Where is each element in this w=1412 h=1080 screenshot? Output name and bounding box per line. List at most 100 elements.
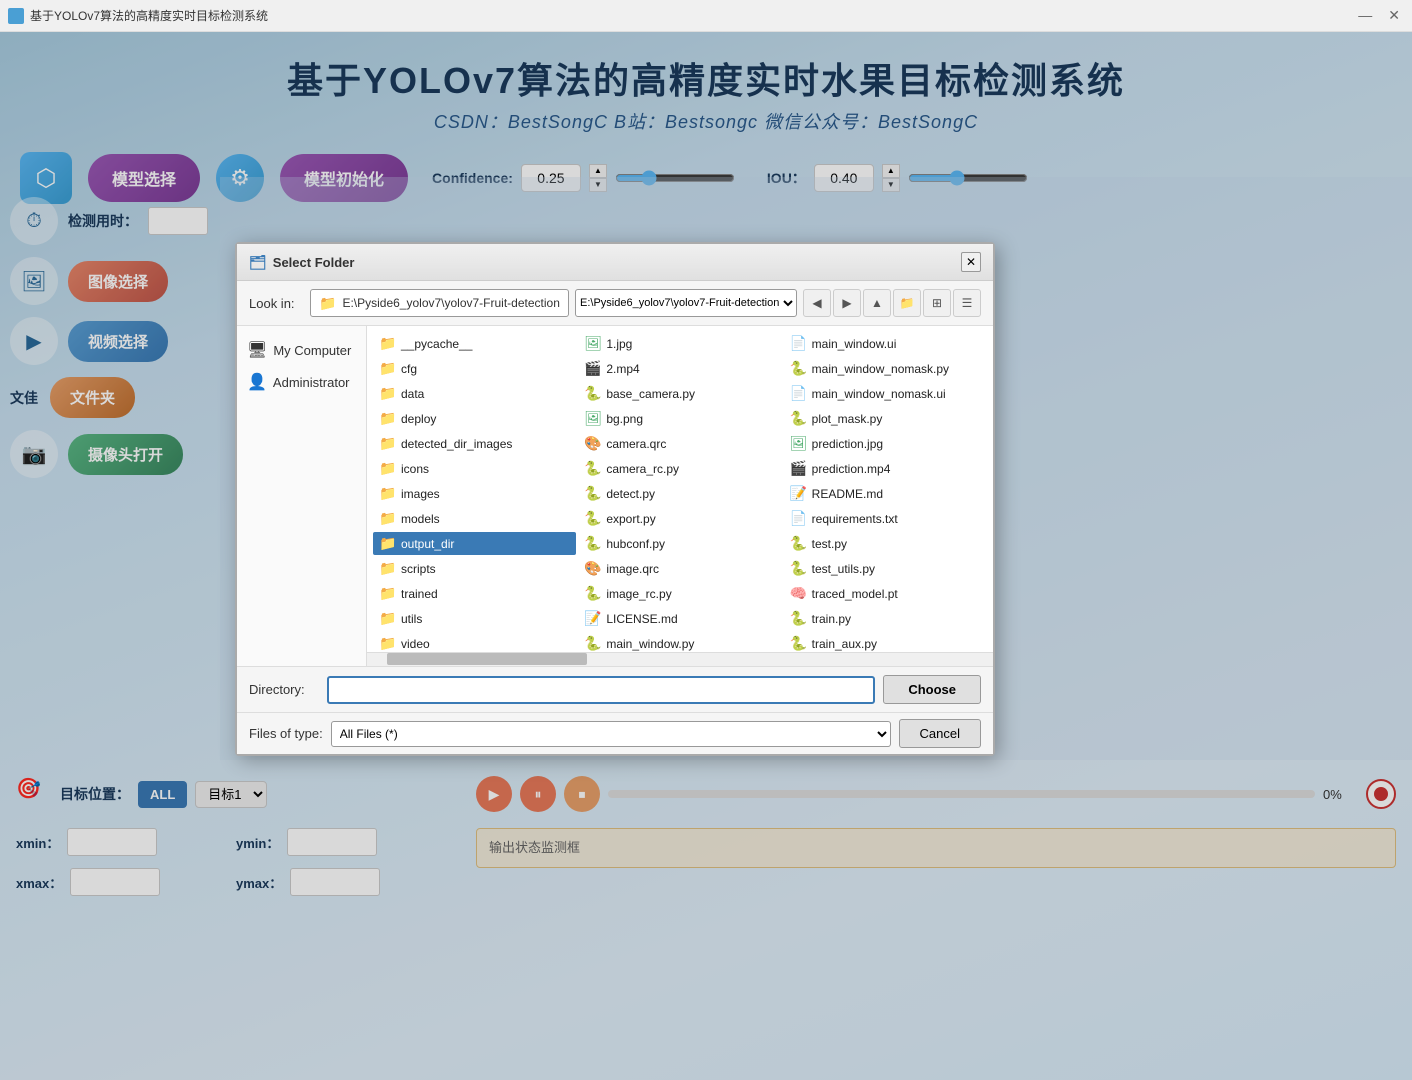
- cancel-button[interactable]: Cancel: [899, 719, 981, 748]
- file-item[interactable]: 📁 trained: [373, 582, 576, 605]
- python-file-icon: 🐍: [584, 385, 602, 402]
- file-item[interactable]: 📄 main_window.ui: [784, 332, 987, 355]
- file-item[interactable]: 🐍 detect.py: [578, 482, 781, 505]
- file-item[interactable]: 🐍 hubconf.py: [578, 532, 781, 555]
- dialog-title-text: 🗂 Select Folder: [249, 254, 354, 271]
- file-item[interactable]: 📁 data: [373, 382, 576, 405]
- look-in-label: Look in:: [249, 296, 304, 311]
- nav-back-btn[interactable]: ◀: [803, 289, 831, 317]
- file-name: LICENSE.md: [606, 612, 677, 626]
- file-name: requirements.txt: [812, 512, 898, 526]
- file-item[interactable]: 🎨 camera.qrc: [578, 432, 781, 455]
- file-item[interactable]: 🎨 image.qrc: [578, 557, 781, 580]
- file-item[interactable]: 🐍 image_rc.py: [578, 582, 781, 605]
- app-icon: [8, 8, 24, 24]
- file-item[interactable]: 📁 scripts: [373, 557, 576, 580]
- python-file-icon: 🐍: [790, 410, 808, 427]
- folder-selected-icon: 📁: [379, 535, 397, 552]
- choose-button[interactable]: Choose: [883, 675, 981, 704]
- filetype-bar: Files of type: All Files (*) Cancel: [237, 712, 993, 754]
- file-item[interactable]: 📁 images: [373, 482, 576, 505]
- file-item[interactable]: 🐍 main_window_nomask.py: [784, 357, 987, 380]
- file-item[interactable]: 📝 LICENSE.md: [578, 607, 781, 630]
- title-bar-text: 基于YOLOv7算法的高精度实时目标检测系统: [30, 7, 268, 24]
- file-item[interactable]: 🐍 train_aux.py: [784, 632, 987, 652]
- look-in-dropdown[interactable]: E:\Pyside6_yolov7\yolov7-Fruit-detection: [575, 289, 797, 317]
- nav-new-folder-btn[interactable]: 📁: [893, 289, 921, 317]
- file-item[interactable]: 📁 video: [373, 632, 576, 652]
- file-item[interactable]: 📁 cfg: [373, 357, 576, 380]
- file-item[interactable]: 📁 icons: [373, 457, 576, 480]
- file-name: camera_rc.py: [606, 462, 679, 476]
- file-item[interactable]: 📄 requirements.txt: [784, 507, 987, 530]
- dialog-icon: 🗂: [249, 254, 267, 271]
- video-file-icon: 🎬: [584, 360, 602, 377]
- close-btn[interactable]: ✕: [1384, 7, 1404, 24]
- file-item[interactable]: 🐍 camera_rc.py: [578, 457, 781, 480]
- qrc-file-icon: 🎨: [584, 435, 602, 452]
- look-in-path-display[interactable]: 📁 E:\Pyside6_yolov7\yolov7-Fruit-detecti…: [310, 289, 569, 317]
- python-file-icon: 🐍: [790, 560, 808, 577]
- file-item[interactable]: 📝 README.md: [784, 482, 987, 505]
- video-file-icon: 🎬: [790, 460, 808, 477]
- dialog-close-button[interactable]: ✕: [961, 252, 981, 272]
- window-controls: — ✕: [1354, 7, 1404, 24]
- folder-icon: 📁: [379, 410, 397, 427]
- file-item[interactable]: 🎬 prediction.mp4: [784, 457, 987, 480]
- file-item[interactable]: 🎬 2.mp4: [578, 357, 781, 380]
- file-item[interactable]: 🐍 test_utils.py: [784, 557, 987, 580]
- file-item[interactable]: 🐍 plot_mask.py: [784, 407, 987, 430]
- file-item[interactable]: 📁 __pycache__: [373, 332, 576, 355]
- file-item[interactable]: 🧠 traced_model.pt: [784, 582, 987, 605]
- nav-detail-view-btn[interactable]: ☰: [953, 289, 981, 317]
- file-item[interactable]: 🐍 base_camera.py: [578, 382, 781, 405]
- file-name: plot_mask.py: [812, 412, 883, 426]
- file-name: data: [401, 387, 424, 401]
- place-administrator[interactable]: 👤 Administrator: [237, 366, 366, 398]
- minimize-btn[interactable]: —: [1354, 7, 1376, 24]
- file-item[interactable]: 🖼 1.jpg: [578, 332, 781, 355]
- computer-icon: 🖥: [247, 340, 267, 360]
- file-name: detected_dir_images: [401, 437, 512, 451]
- file-name: 2.mp4: [606, 362, 639, 376]
- file-item[interactable]: 🐍 train.py: [784, 607, 987, 630]
- file-name: bg.png: [606, 412, 643, 426]
- nav-up-btn[interactable]: ▲: [863, 289, 891, 317]
- folder-icon: 📁: [379, 335, 397, 352]
- files-panel: 📁 __pycache__ 🖼 1.jpg 📄 main_window.ui: [367, 326, 993, 666]
- dialog-title-bar: 🗂 Select Folder ✕: [237, 244, 993, 281]
- file-item[interactable]: 📄 main_window_nomask.ui: [784, 382, 987, 405]
- nav-list-view-btn[interactable]: ⊞: [923, 289, 951, 317]
- file-item[interactable]: 🐍 main_window.py: [578, 632, 781, 652]
- dialog-overlay: 🗂 Select Folder ✕ Look in: 📁 E:\Pyside6_…: [0, 32, 1412, 1080]
- file-name: base_camera.py: [606, 387, 695, 401]
- file-item[interactable]: 📁 deploy: [373, 407, 576, 430]
- filetype-label: Files of type:: [249, 726, 323, 741]
- place-my-computer[interactable]: 🖥 My Computer: [237, 334, 366, 366]
- file-name: main_window_nomask.ui: [812, 387, 946, 401]
- file-name: output_dir: [401, 537, 454, 551]
- dialog-title: Select Folder: [273, 255, 355, 270]
- horizontal-scrollbar[interactable]: [367, 652, 993, 666]
- file-item[interactable]: 🐍 test.py: [784, 532, 987, 555]
- file-name: 1.jpg: [606, 337, 632, 351]
- file-name: prediction.jpg: [812, 437, 883, 451]
- md-file-icon: 📝: [584, 610, 602, 627]
- file-item[interactable]: 🖼 prediction.jpg: [784, 432, 987, 455]
- file-name: hubconf.py: [606, 537, 665, 551]
- file-item[interactable]: 🐍 export.py: [578, 507, 781, 530]
- filetype-select[interactable]: All Files (*): [331, 721, 891, 747]
- file-item[interactable]: 📁 models: [373, 507, 576, 530]
- file-item-selected[interactable]: 📁 output_dir: [373, 532, 576, 555]
- file-item[interactable]: 📁 detected_dir_images: [373, 432, 576, 455]
- python-file-icon: 🐍: [584, 485, 602, 502]
- image-icon: 🖼: [584, 335, 602, 352]
- file-name: train_aux.py: [812, 637, 877, 651]
- nav-forward-btn[interactable]: ▶: [833, 289, 861, 317]
- file-item[interactable]: 📁 utils: [373, 607, 576, 630]
- file-name: detect.py: [606, 487, 655, 501]
- file-name: main_window_nomask.py: [812, 362, 949, 376]
- md-file-icon: 📝: [790, 485, 808, 502]
- directory-input[interactable]: [327, 676, 875, 704]
- file-item[interactable]: 🖼 bg.png: [578, 407, 781, 430]
